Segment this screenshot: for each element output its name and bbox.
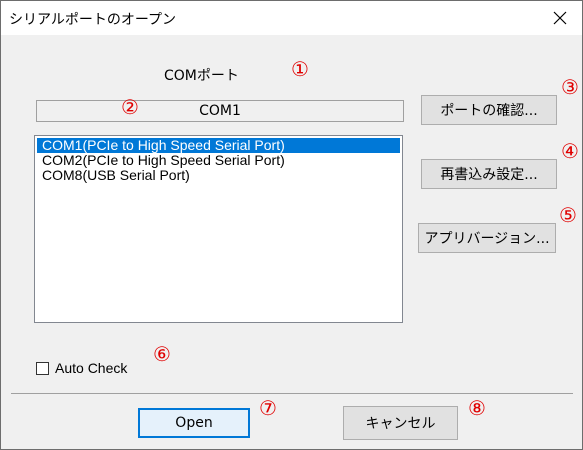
cancel-label: キャンセル (365, 416, 436, 432)
port-listbox[interactable]: COM1(PCIe to High Speed Serial Port) COM… (34, 135, 403, 323)
annotation-3: ③ (561, 75, 579, 99)
close-icon (553, 11, 567, 25)
rewrite-settings-button[interactable]: 再書込み設定... (421, 159, 557, 189)
list-item[interactable]: COM1(PCIe to High Speed Serial Port) (37, 138, 400, 153)
current-port-value: COM1 (199, 103, 241, 119)
annotation-6: ⑥ (153, 342, 171, 366)
title-bar[interactable]: シリアルポートのオープン (1, 1, 582, 35)
auto-check-row[interactable]: Auto Check (36, 360, 127, 376)
list-item[interactable]: COM2(PCIe to High Speed Serial Port) (37, 153, 400, 168)
dialog-window: シリアルポートのオープン COMポート ① COM1 ② ポートの確認... ③… (0, 0, 583, 450)
rewrite-settings-label: 再書込み設定... (440, 167, 538, 183)
annotation-7: ⑦ (259, 396, 277, 420)
cancel-button[interactable]: キャンセル (343, 406, 458, 440)
com-port-label: COMポート (164, 68, 239, 84)
app-version-label: アプリバージョン... (424, 231, 550, 247)
app-version-button[interactable]: アプリバージョン... (418, 223, 556, 253)
open-label: Open (175, 415, 213, 431)
annotation-5: ⑤ (559, 203, 577, 227)
annotation-1: ① (291, 57, 309, 81)
close-button[interactable] (538, 1, 582, 35)
footer-divider (11, 393, 573, 394)
check-port-label: ポートの確認... (440, 103, 538, 119)
current-port-field: COM1 (36, 100, 404, 122)
auto-check-label[interactable]: Auto Check (55, 360, 127, 376)
auto-check-checkbox[interactable] (36, 361, 49, 375)
annotation-8: ⑧ (468, 396, 486, 420)
annotation-4: ④ (561, 139, 579, 163)
open-button[interactable]: Open (138, 408, 250, 438)
annotation-2: ② (121, 95, 139, 119)
window-title: シリアルポートのオープン (9, 12, 177, 28)
check-port-button[interactable]: ポートの確認... (421, 95, 557, 125)
list-item[interactable]: COM8(USB Serial Port) (37, 168, 400, 183)
